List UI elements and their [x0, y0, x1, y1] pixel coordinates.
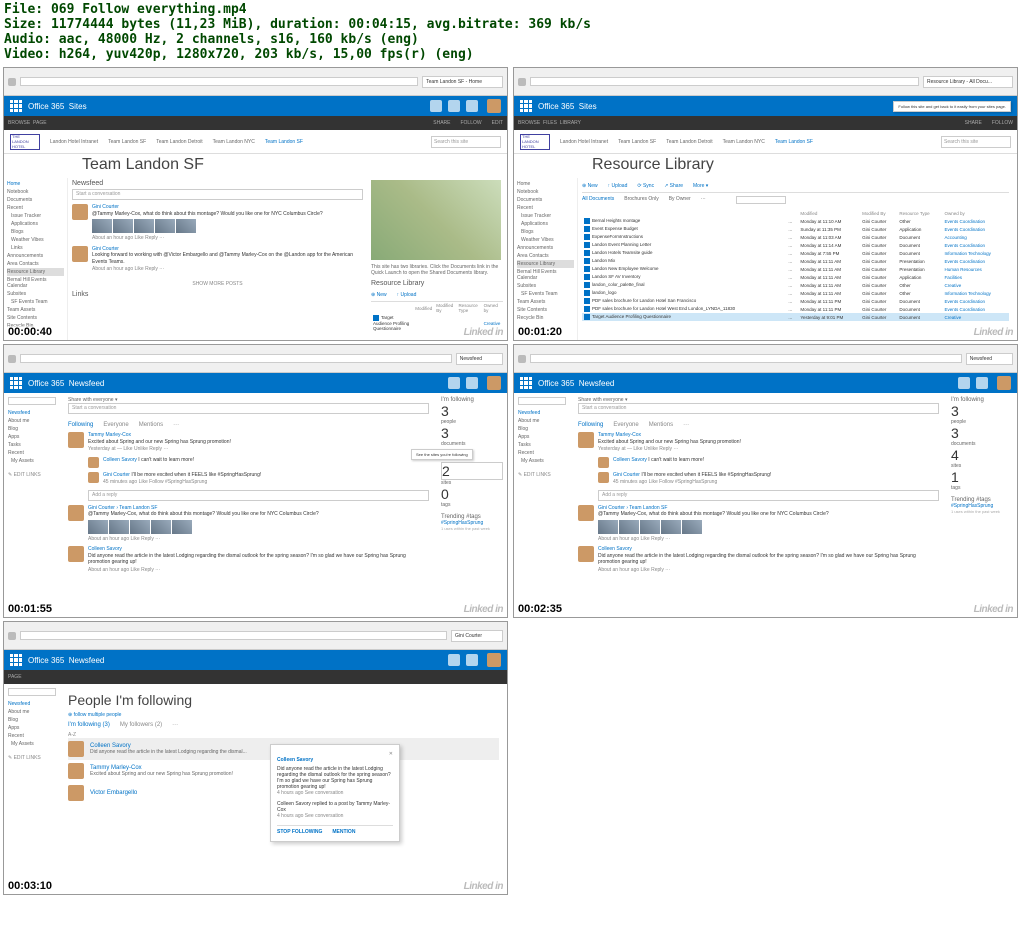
post-input[interactable]: Start a conversation: [72, 189, 363, 200]
profile-avatar[interactable]: [487, 99, 501, 113]
search-input[interactable]: [8, 397, 56, 405]
right-column: This site has two libraries. Click the D…: [367, 178, 507, 341]
post-input[interactable]: Start a conversation: [68, 403, 429, 414]
library-toolbar: ⊕ New ↑ Upload: [371, 289, 503, 302]
screenshot-4: Newsfeed Office 365 Newsfeed Newsfeed Ab…: [513, 344, 1018, 618]
app-launcher-icon[interactable]: [10, 100, 22, 112]
library-toolbar: ⊕ New ↑ Upload ⟳ Sync ↗ Share More ▾: [582, 180, 1009, 193]
share-button[interactable]: ↗ Share: [664, 183, 683, 189]
table-row[interactable]: Landon New Employee Welcome...Monday at …: [582, 265, 1009, 273]
timestamp: 00:01:20: [516, 326, 564, 338]
table-row[interactable]: Landon Mix...Monday at 11:11 AMGini Cour…: [582, 257, 1009, 265]
image-thumbnails[interactable]: [92, 219, 323, 233]
watermark: Linked in: [974, 327, 1013, 338]
search-input[interactable]: Search this site: [431, 136, 501, 148]
table-row[interactable]: ExpenseFormInstructions...Monday at 11:0…: [582, 233, 1009, 241]
browser-chrome: Team Landon SF - Home: [4, 68, 507, 96]
ribbon-bar: BROWSE PAGE SHARE FOLLOW EDIT: [4, 116, 507, 130]
file-meta: File: 069 Follow everything.mp4 Size: 11…: [0, 0, 1024, 64]
suite-bar: Office 365 Sites: [4, 96, 507, 116]
back-button[interactable]: [8, 78, 16, 86]
screenshot-2: Resource Library - All Docu... Office 36…: [513, 67, 1018, 341]
find-file-input[interactable]: [736, 196, 786, 204]
header-row: THELANDONHOTEL Landon Hotel Intranet Tea…: [4, 130, 507, 154]
quick-launch: Home Notebook Documents Recent Issue Tra…: [4, 178, 68, 341]
help-icon[interactable]: [466, 377, 478, 389]
sync-button[interactable]: ⟳ Sync: [637, 183, 654, 189]
header-row: THELANDONHOTEL Landon Hotel Intranet Tea…: [514, 130, 1017, 154]
table-row[interactable]: Bernal Heights montage...Monday at 11:10…: [582, 217, 1009, 225]
mention-button[interactable]: MENTION: [332, 829, 355, 835]
table-row[interactable]: Target Audience Profiling Questionnaire.…: [582, 313, 1009, 321]
person-popover: ✕ Colleen Savory Did anyone read the art…: [270, 744, 400, 842]
main-content: ⊕ New ↑ Upload ⟳ Sync ↗ Share More ▾ All…: [578, 178, 1017, 341]
breadcrumb: Landon Hotel Intranet Team Landon SF Tea…: [50, 139, 303, 145]
help-icon[interactable]: [466, 100, 478, 112]
upload-button[interactable]: ↑ Upload: [608, 183, 628, 189]
new-button[interactable]: ⊕ New: [582, 183, 598, 189]
new-button[interactable]: ⊕ New: [371, 292, 387, 298]
show-more-link[interactable]: SHOW MORE POSTS: [72, 277, 363, 291]
browser-tab[interactable]: Team Landon SF - Home: [422, 76, 503, 88]
site-logo[interactable]: THELANDONHOTEL: [10, 134, 40, 150]
page-title: Team Landon SF: [4, 154, 507, 178]
ribbon-bar: BROWSE FILES LIBRARY SHARE FOLLOW: [514, 116, 1017, 130]
avatar[interactable]: [72, 246, 88, 262]
feed-item: Gini Courter Looking forward to working …: [72, 246, 363, 273]
feed-item: Gini Courter @Tammy Marley-Cox, what do …: [72, 204, 363, 242]
screenshot-3: Newsfeed Office 365 Newsfeed Newsfeed Ab…: [3, 344, 508, 618]
watermark: Linked in: [464, 327, 503, 338]
sidebar-home[interactable]: Home: [7, 180, 64, 188]
browser-chrome: Resource Library - All Docu...: [514, 68, 1017, 96]
reply-input[interactable]: Add a reply: [88, 490, 429, 501]
table-row[interactable]: Event Expense Budget...Sunday at 11:35 P…: [582, 225, 1009, 233]
profile-avatar[interactable]: [487, 376, 501, 390]
table-row[interactable]: landon_logo...Monday at 11:11 AMGini Cou…: [582, 289, 1009, 297]
timestamp: 00:00:40: [6, 326, 54, 338]
app-launcher-icon[interactable]: [520, 100, 532, 112]
newsfeed-main: Share with everyone ▾ Start a conversati…: [60, 393, 437, 613]
notifications-icon[interactable]: [430, 100, 442, 112]
app-launcher-icon[interactable]: [10, 377, 22, 389]
upload-button[interactable]: ↑ Upload: [397, 292, 417, 298]
newsfeed-tabs: Following Everyone Mentions ···: [68, 418, 429, 432]
newsfeed-sidebar: Newsfeed About me Blog Apps Tasks Recent…: [4, 393, 60, 613]
address-bar[interactable]: [20, 77, 418, 86]
popover-actions: STOP FOLLOWING MENTION: [277, 825, 393, 835]
sites-tooltip: See the sites you're following: [411, 449, 473, 460]
screenshot-5: Gini Courter Office 365 Newsfeed PAGE Ne…: [3, 621, 508, 895]
table-row[interactable]: landon_color_palette_final...Monday at 1…: [582, 281, 1009, 289]
stop-following-button[interactable]: STOP FOLLOWING: [277, 829, 322, 835]
screenshot-1: Team Landon SF - Home Office 365 Sites B…: [3, 67, 508, 341]
main-content: Newsfeed Start a conversation Gini Court…: [68, 178, 367, 341]
page-title: Resource Library: [514, 154, 1017, 178]
hero-image: [371, 180, 501, 260]
page-title: People I'm following: [68, 688, 499, 712]
library-views: All Documents Brochures Only By Owner ··…: [582, 193, 1009, 210]
settings-icon[interactable]: [448, 100, 460, 112]
table-row[interactable]: Landon Event Planning Letter...Monday at…: [582, 241, 1009, 249]
suite-bar: Office 365 Sites Follow this site and ge…: [514, 96, 1017, 116]
documents-table: ModifiedModified ByResource TypeOwned by…: [582, 210, 1009, 321]
edit-links[interactable]: ✎ EDIT LINKS: [8, 471, 56, 479]
table-row[interactable]: PDF sales brochure for Landon Hotel West…: [582, 305, 1009, 313]
search-input[interactable]: Search this site: [941, 136, 1011, 148]
follow-tooltip: Follow this site and get back to it easi…: [893, 101, 1011, 112]
following-stats: I'm following 3 people 3 documents See t…: [437, 393, 507, 613]
sidebar-resource-library[interactable]: Resource Library: [7, 268, 64, 276]
breadcrumb: Landon Hotel Intranet Team Landon SF Tea…: [560, 139, 813, 145]
settings-icon[interactable]: [448, 377, 460, 389]
table-row[interactable]: Landon Hotels Teamsite guide...Monday at…: [582, 249, 1009, 257]
table-row[interactable]: Landon SF AV Inventory...Monday at 11:11…: [582, 273, 1009, 281]
table-row[interactable]: PDF sales brochure for Landon Hotel San …: [582, 297, 1009, 305]
quick-launch: Home Notebook Documents Recent Issue Tra…: [514, 178, 578, 341]
avatar[interactable]: [72, 204, 88, 220]
more-button[interactable]: More ▾: [693, 183, 708, 189]
site-logo[interactable]: THELANDONHOTEL: [520, 134, 550, 150]
